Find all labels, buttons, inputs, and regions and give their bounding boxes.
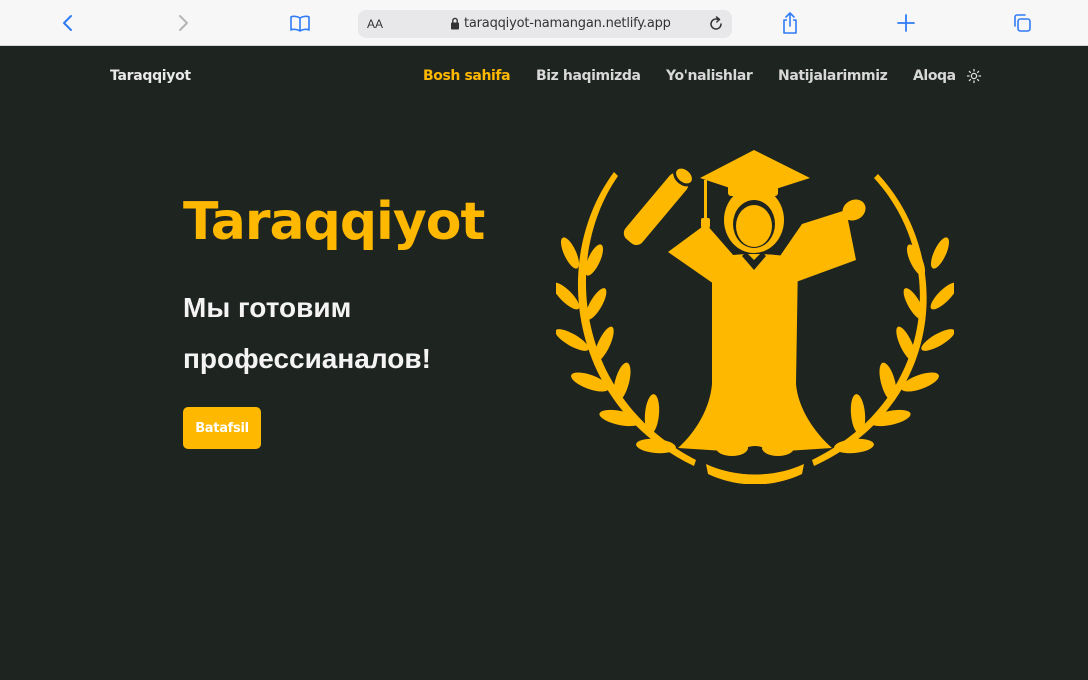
site-brand[interactable]: Taraqqiyot: [110, 68, 191, 84]
text-size-label: AA: [367, 17, 384, 31]
url-text[interactable]: taraqqiyot-namangan.netlify.app: [464, 16, 671, 31]
tabs-icon[interactable]: [1009, 10, 1035, 36]
graduate-laurel-emblem: [556, 150, 954, 484]
nav-biz-haqimizda[interactable]: Biz haqimizda: [536, 68, 641, 84]
nav-yonalishlar[interactable]: Yo'nalishlar: [666, 68, 753, 84]
address-bar[interactable]: AA taraqqiyot-namangan.netlify.app: [358, 10, 732, 38]
batafsil-button[interactable]: Batafsil: [183, 407, 261, 449]
forward-icon[interactable]: [170, 10, 196, 36]
hero-title: Taraqqiyot: [183, 192, 485, 252]
reload-icon[interactable]: [706, 14, 726, 39]
share-icon[interactable]: [777, 10, 803, 36]
nav-aloqa[interactable]: Aloqa: [913, 68, 956, 84]
hero-subtitle: Мы готовим профессианалов!: [183, 292, 431, 374]
page-content: Taraqqiyot Bosh sahifa Biz haqimizda Yo'…: [0, 46, 1088, 680]
browser-toolbar: AA taraqqiyot-namangan.netlify.app: [0, 0, 1088, 46]
back-icon[interactable]: [55, 10, 81, 36]
text-size-button[interactable]: AA: [367, 17, 383, 31]
sun-icon[interactable]: [966, 68, 982, 84]
bookmarks-icon[interactable]: [287, 10, 313, 36]
nav-bosh-sahifa[interactable]: Bosh sahifa: [423, 68, 511, 84]
lock-icon: [450, 17, 460, 35]
nav-natijalarimmiz[interactable]: Natijalarimmiz: [778, 68, 888, 84]
new-tab-icon[interactable]: [893, 10, 919, 36]
